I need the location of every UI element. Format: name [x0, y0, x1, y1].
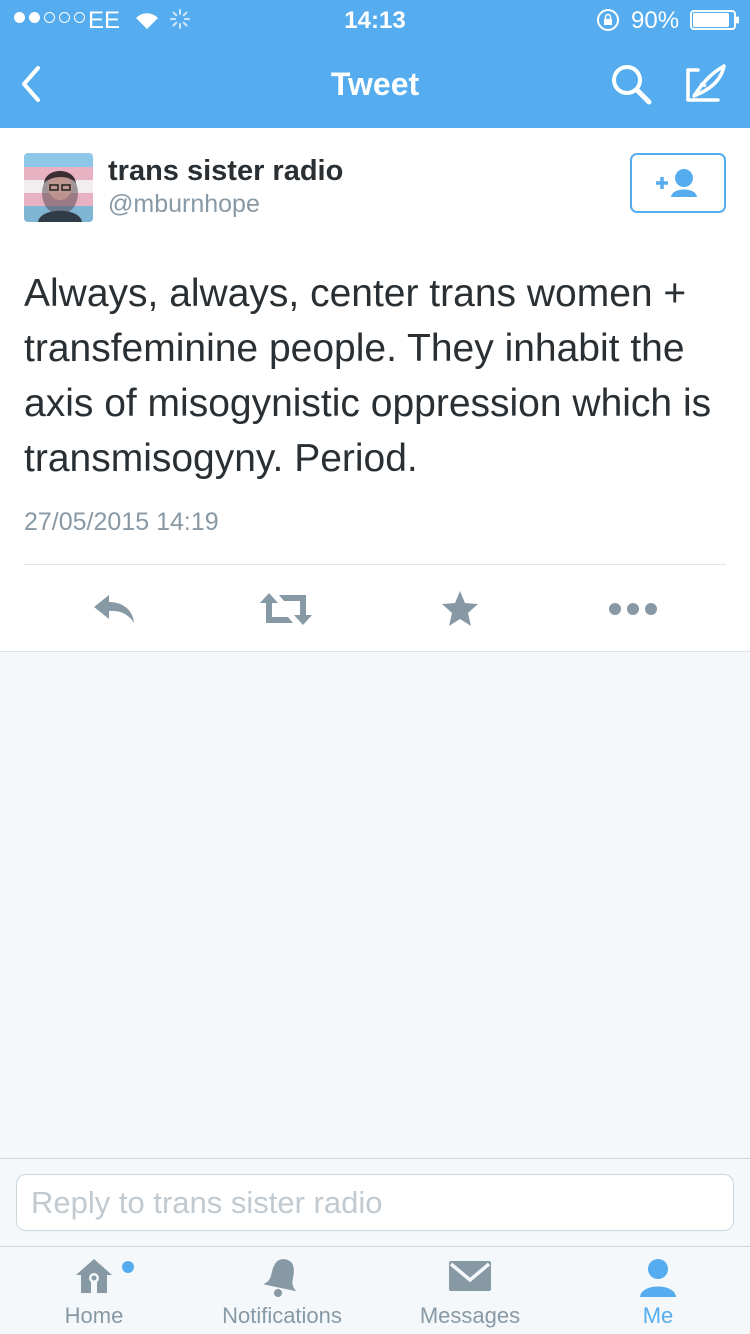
more-button[interactable]	[600, 584, 666, 634]
tab-messages-label: Messages	[419, 1303, 521, 1328]
retweet-button[interactable]	[254, 584, 318, 634]
rotation-lock-icon	[597, 9, 619, 31]
new-content-dot	[122, 1261, 134, 1273]
person-icon	[640, 1259, 676, 1297]
retweet-icon	[260, 593, 312, 625]
tweet-timestamp: 27/05/2015 14:19	[24, 508, 219, 536]
battery-percentage: 90%	[631, 7, 680, 34]
reply-input[interactable]	[16, 1174, 734, 1231]
top-bar: EE 14:13 90% Tweet	[0, 0, 750, 128]
reply-button[interactable]	[84, 584, 144, 634]
tweet-card: trans sister radio @mburnhope Always, al…	[0, 128, 750, 652]
tab-home-label: Home	[64, 1303, 124, 1328]
home-icon	[76, 1259, 112, 1293]
author-name[interactable]: trans sister radio	[108, 155, 343, 188]
more-dots-icon	[609, 603, 657, 615]
status-bar: EE 14:13 90%	[0, 0, 750, 40]
reply-icon	[94, 595, 134, 623]
add-user-icon	[656, 169, 697, 197]
author-handle[interactable]: @mburnhope	[108, 190, 260, 219]
tab-messages[interactable]: Messages	[405, 1247, 535, 1334]
compose-tweet-icon[interactable]	[680, 60, 730, 108]
envelope-icon	[449, 1261, 491, 1291]
tab-bar: Home Notifications Messages Me	[0, 1246, 750, 1334]
bell-icon	[263, 1259, 297, 1297]
avatar[interactable]	[24, 153, 93, 222]
tab-notifications-label: Notifications	[222, 1303, 342, 1328]
tab-notifications[interactable]: Notifications	[206, 1247, 358, 1334]
follow-button[interactable]	[630, 153, 726, 213]
navigation-bar: Tweet	[0, 40, 750, 128]
tab-me-label: Me	[642, 1303, 674, 1328]
star-icon	[442, 591, 478, 626]
reply-bar	[0, 1158, 750, 1246]
battery-icon	[690, 10, 739, 30]
tab-me[interactable]: Me	[610, 1247, 706, 1334]
search-icon[interactable]	[607, 60, 655, 108]
tweet-text: Always, always, center trans women + tra…	[24, 272, 712, 480]
favorite-button[interactable]	[432, 584, 488, 634]
tab-home[interactable]: Home	[36, 1247, 152, 1334]
divider	[24, 564, 726, 565]
